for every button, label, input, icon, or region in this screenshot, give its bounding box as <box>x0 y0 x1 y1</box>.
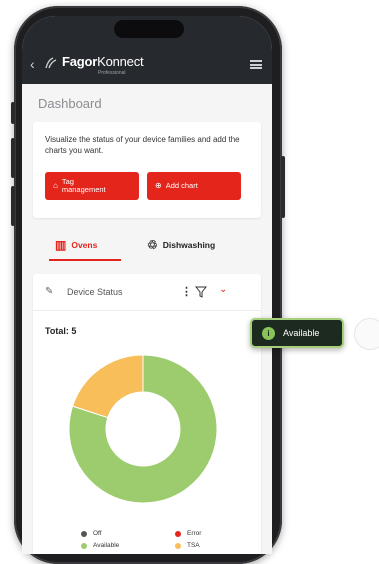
phone-power-button <box>281 156 285 218</box>
legend-item-available[interactable]: Available <box>81 542 119 549</box>
legend-label-error: Error <box>187 530 202 537</box>
chevron-down-icon[interactable]: ⌄ <box>219 284 227 295</box>
add-chart-label: Add chart <box>165 181 198 190</box>
tooltip-label: Available <box>283 328 320 338</box>
phone-notch <box>114 20 184 38</box>
tag-management-label: Tag management <box>61 177 106 194</box>
phone-volume-up-button <box>11 138 15 178</box>
logo-brand-bold: Fagor <box>62 54 98 69</box>
device-family-tabs: ▥ Ovens ♲ Dishwashing <box>33 222 261 268</box>
device-status-card: ✎ Device Status ⋮ ⌄ Total: 5 Off Error A… <box>33 274 261 554</box>
legend-label-available: Available <box>93 542 120 549</box>
phone-side-button <box>11 102 15 124</box>
tab-dishwashing-label: Dishwashing <box>162 240 216 250</box>
legend-label-off: Off <box>93 530 102 537</box>
legend-item-error[interactable]: Error <box>175 530 201 537</box>
intro-text: Visualize the status of your device fami… <box>45 135 240 155</box>
filter-icon[interactable] <box>195 286 207 298</box>
status-tooltip: i Available <box>250 318 344 348</box>
oven-icon: ▥ <box>55 238 67 252</box>
phone-volume-down-button <box>11 186 15 226</box>
legend-item-off[interactable]: Off <box>81 530 102 537</box>
legend-swatch-error <box>175 530 181 537</box>
legend-swatch-available <box>81 542 87 549</box>
active-tab-indicator <box>49 259 121 261</box>
app-logo: FagorKonnect <box>62 54 144 69</box>
tab-dishwashing[interactable]: ♲ Dishwashing <box>147 232 215 258</box>
card-header: ✎ Device Status ⋮ ⌄ <box>33 274 261 311</box>
edit-pencil-icon[interactable]: ✎ <box>45 286 53 297</box>
legend-swatch-tsa <box>175 542 181 549</box>
tag-icon: ⌂ <box>53 181 58 190</box>
add-circle-icon: ⊕ <box>155 181 162 190</box>
back-chevron-icon[interactable]: ‹ <box>30 56 35 72</box>
tab-ovens-label: Ovens <box>71 240 98 250</box>
phone-screen: ‹ FagorKonnect Professional Dashboard Vi… <box>22 16 272 554</box>
legend-item-tsa[interactable]: TSA <box>175 542 200 549</box>
tag-management-button[interactable]: ⌂ Tag management <box>45 172 139 200</box>
legend-swatch-off <box>81 530 87 537</box>
more-options-icon[interactable]: ⋮ <box>181 285 192 298</box>
intro-card: Visualize the status of your device fami… <box>33 122 261 218</box>
info-icon: i <box>262 326 275 340</box>
logo-subtitle: Professional <box>98 70 126 76</box>
logo-brand-light: Konnect <box>97 54 144 69</box>
faded-circle-button <box>354 318 379 350</box>
hamburger-menu-icon[interactable] <box>250 60 262 69</box>
logo-mark-icon <box>45 57 57 69</box>
page-title: Dashboard <box>38 96 102 111</box>
add-chart-button[interactable]: ⊕ Add chart <box>147 172 241 200</box>
donut-slice-tsa[interactable] <box>71 354 144 419</box>
donut-chart <box>68 354 218 504</box>
legend-label-tsa: TSA <box>187 542 200 549</box>
card-title: Device Status <box>67 287 123 297</box>
tab-ovens[interactable]: ▥ Ovens <box>55 232 97 258</box>
dishwasher-icon: ♲ <box>147 238 158 252</box>
